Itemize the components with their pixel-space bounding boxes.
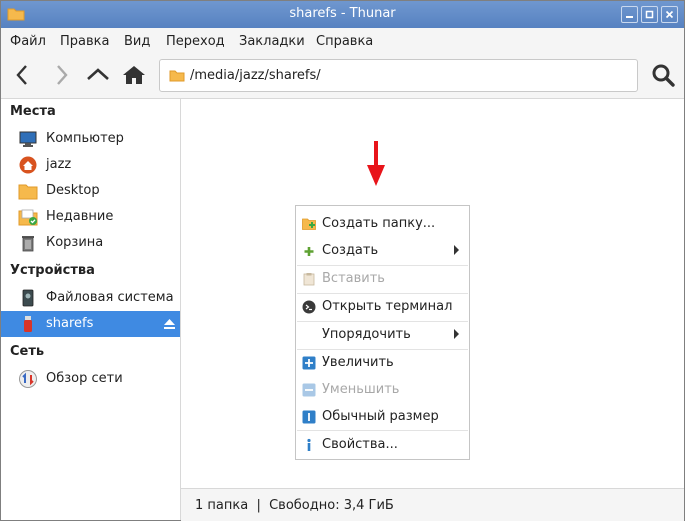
- toolbar: /media/jazz/sharefs/: [1, 54, 684, 99]
- home-icon: [19, 156, 37, 174]
- menu-help[interactable]: Справка: [316, 34, 373, 49]
- plus-icon: [304, 247, 314, 256]
- annotation-arrow: [367, 141, 385, 186]
- back-icon[interactable]: [10, 62, 36, 88]
- menu-file[interactable]: Файл: [10, 34, 46, 49]
- window-title: sharefs - Thunar: [289, 6, 396, 21]
- submenu-arrow-icon: [454, 245, 459, 255]
- menu-item-paste[interactable]: Вставить: [296, 267, 469, 291]
- menu-item-label: Упорядочить: [322, 327, 411, 342]
- sidebar-item-jazz[interactable]: jazz: [1, 152, 180, 178]
- computer-icon: [19, 131, 37, 147]
- trash-icon: [22, 236, 34, 252]
- menu-separator: [297, 265, 468, 266]
- sidebar-item-label: Недавние: [46, 209, 114, 224]
- menu-separator: [297, 293, 468, 294]
- menu-item-label: Открыть терминал: [322, 299, 453, 314]
- submenu-arrow-icon: [454, 329, 459, 339]
- menu-item-label: Создать папку...: [322, 216, 436, 231]
- sidebar-item-network[interactable]: Обзор сети: [1, 366, 180, 392]
- menu-item-zoom-in[interactable]: Увеличить: [296, 351, 469, 375]
- minimize-icon: [626, 16, 633, 18]
- maximize-button[interactable]: [641, 6, 658, 23]
- sidebar-item-label: Файловая система: [46, 290, 174, 305]
- menu-separator: [297, 321, 468, 322]
- drive-icon: [22, 289, 34, 307]
- menu-view[interactable]: Вид: [124, 34, 150, 49]
- places-header: Места: [10, 104, 56, 119]
- menu-item-label: Свойства...: [322, 437, 398, 452]
- search-icon[interactable]: [650, 62, 676, 88]
- status-text: 1 папка | Свободно: 3,4 ГиБ: [195, 498, 394, 513]
- home-icon[interactable]: [121, 62, 147, 88]
- menu-item-label: Обычный размер: [322, 409, 439, 424]
- menu-item-label: Вставить: [322, 271, 385, 286]
- location-bar[interactable]: /media/jazz/sharefs/: [159, 59, 638, 92]
- up-icon[interactable]: [85, 62, 111, 88]
- sidebar-item-label: Desktop: [46, 183, 100, 198]
- sidebar-item-recent[interactable]: Недавние: [1, 204, 180, 230]
- devices-header: Устройства: [10, 263, 95, 278]
- sidebar-item-label: Корзина: [46, 235, 104, 250]
- info-icon: [307, 438, 311, 451]
- menu-item-normal-size[interactable]: Обычный размер: [296, 405, 469, 429]
- close-icon: [665, 10, 674, 19]
- sidebar-item-filesystem[interactable]: Файловая система: [1, 285, 180, 311]
- terminal-icon: [302, 300, 316, 314]
- menu-item-label: Увеличить: [322, 355, 394, 370]
- zoom-out-icon: [302, 383, 316, 397]
- sidebar-item-label: Обзор сети: [46, 371, 123, 386]
- sidebar-item-desktop[interactable]: Desktop: [1, 178, 180, 204]
- context-menu: Создать папку... Создать Вставить Открыт…: [295, 205, 470, 460]
- close-button[interactable]: [661, 6, 678, 23]
- menu-item-create-folder[interactable]: Создать папку...: [296, 212, 469, 236]
- zoom-normal-icon: [302, 410, 316, 424]
- menu-bookmarks[interactable]: Закладки: [239, 34, 305, 49]
- minimize-button[interactable]: [621, 6, 638, 23]
- menu-item-label: Уменьшить: [322, 382, 400, 397]
- usb-drive-icon: [24, 316, 32, 332]
- paste-icon: [303, 273, 315, 286]
- title-bar[interactable]: sharefs - Thunar: [1, 1, 684, 28]
- zoom-in-icon: [302, 356, 316, 370]
- menu-separator: [297, 349, 468, 350]
- status-bar: 1 папка | Свободно: 3,4 ГиБ: [181, 488, 684, 521]
- new-folder-icon: [302, 218, 316, 230]
- menu-separator: [297, 430, 468, 431]
- menu-item-label: Создать: [322, 243, 379, 258]
- recent-icon: [18, 209, 38, 226]
- folder-icon: [18, 184, 38, 200]
- eject-icon[interactable]: [163, 318, 176, 330]
- sidebar-item-trash[interactable]: Корзина: [1, 230, 180, 256]
- forward-icon[interactable]: [48, 62, 74, 88]
- sidebar-item-label: sharefs: [46, 316, 94, 331]
- menu-edit[interactable]: Правка: [60, 34, 109, 49]
- folder-icon: [169, 70, 185, 82]
- menu-item-properties[interactable]: Свойства...: [296, 433, 469, 457]
- menu-item-create[interactable]: Создать: [296, 239, 469, 263]
- sidebar-item-computer[interactable]: Компьютер: [1, 126, 180, 152]
- network-icon: [19, 370, 37, 388]
- menu-item-zoom-out[interactable]: Уменьшить: [296, 378, 469, 402]
- menu-item-open-terminal[interactable]: Открыть терминал: [296, 295, 469, 319]
- menu-item-arrange[interactable]: Упорядочить: [296, 323, 469, 347]
- network-header: Сеть: [10, 344, 45, 359]
- location-path: /media/jazz/sharefs/: [190, 68, 321, 83]
- sidebar: Места Компьютер jazz Desktop Недавние Ко…: [1, 99, 181, 520]
- maximize-icon: [645, 10, 654, 19]
- menu-go[interactable]: Переход: [166, 34, 225, 49]
- sidebar-item-label: Компьютер: [46, 131, 124, 146]
- sidebar-item-label: jazz: [46, 157, 72, 172]
- menu-bar: Файл Правка Вид Переход Закладки Справка: [1, 28, 684, 54]
- sidebar-item-sharefs[interactable]: sharefs: [1, 311, 180, 337]
